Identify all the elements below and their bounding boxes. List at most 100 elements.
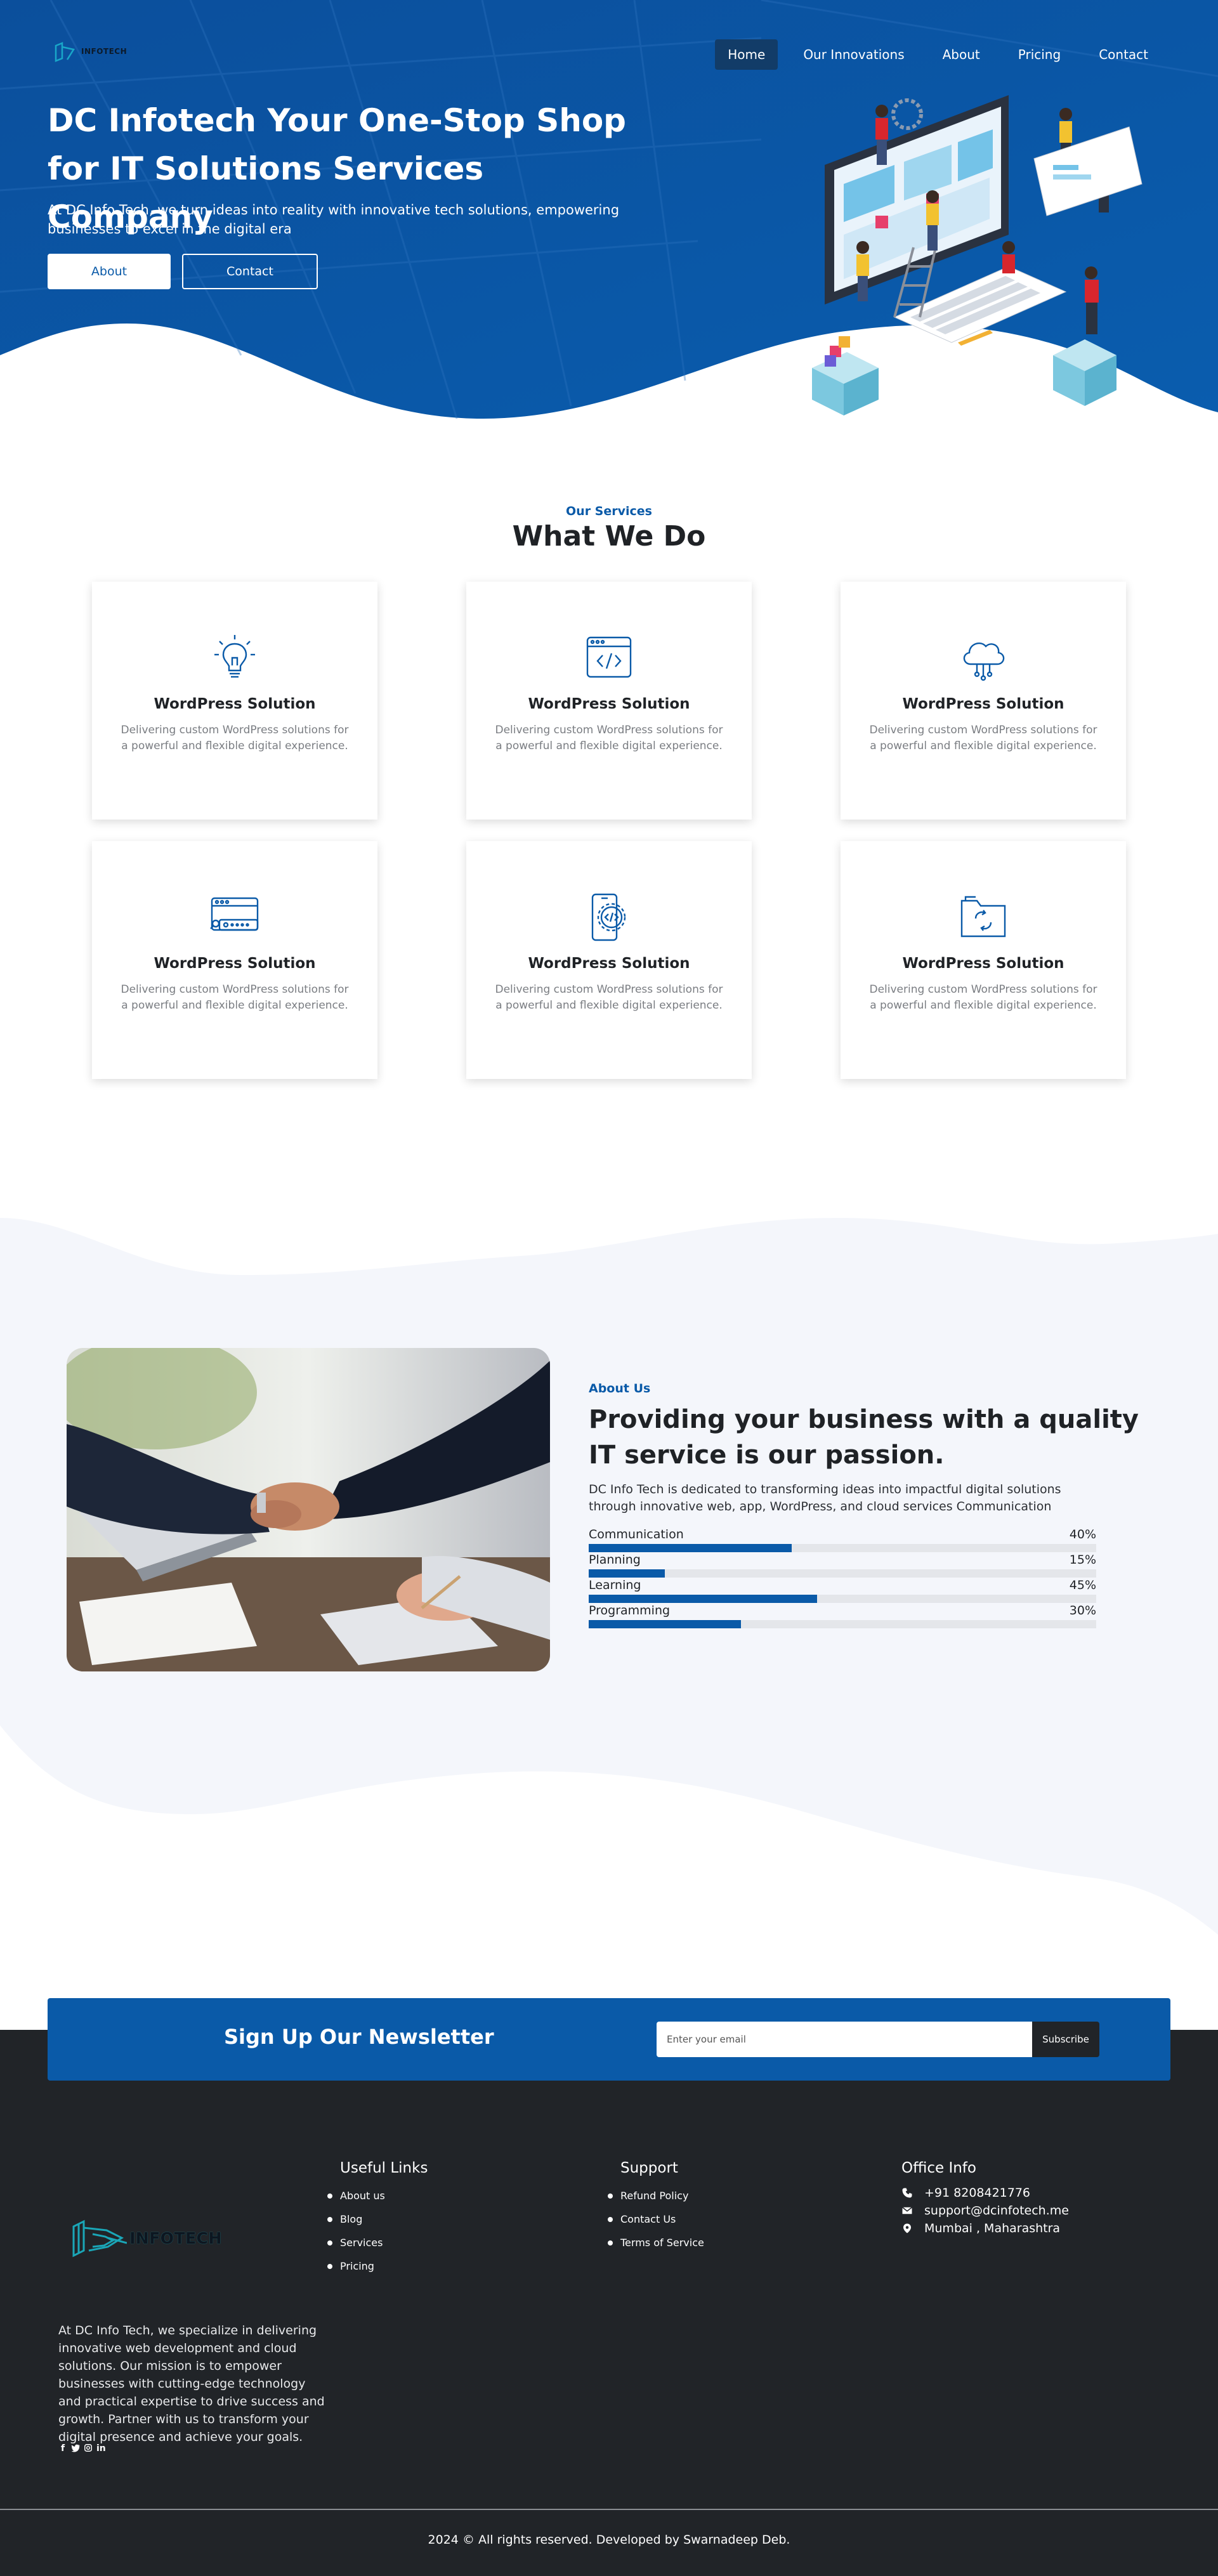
brand-name: INFOTECH	[129, 2228, 222, 2247]
skill-track	[589, 1569, 1096, 1578]
support-title: Support	[620, 2160, 678, 2176]
skill-label: Communication	[589, 1527, 684, 1541]
skill-percent: 15%	[1069, 1553, 1096, 1567]
skill-fill	[589, 1595, 817, 1603]
footer-link[interactable]: Refund Policy	[608, 2184, 704, 2207]
about-text: DC Info Tech is dedicated to transformin…	[589, 1482, 1061, 1514]
service-card-title: WordPress Solution	[528, 696, 690, 712]
service-card-desc: Delivering custom WordPress solutions fo…	[869, 983, 1097, 1012]
footer-link-terms[interactable]: Terms of Service	[620, 2237, 704, 2249]
twitter-icon[interactable]	[71, 2443, 80, 2454]
skill-bar: Planning 15%	[589, 1553, 1096, 1578]
about-eyebrow: About Us	[589, 1382, 651, 1396]
services-eyebrow: Our Services	[566, 504, 652, 518]
service-card[interactable]: WordPress Solution Delivering custom Wor…	[841, 582, 1126, 820]
footer-link[interactable]: Contact Us	[608, 2207, 704, 2231]
office-email[interactable]: support@dcinfotech.me	[901, 2202, 1069, 2220]
nav-pricing[interactable]: Pricing	[1005, 39, 1073, 70]
nav-about[interactable]: About	[930, 39, 993, 70]
skill-fill	[589, 1620, 741, 1628]
hero-about-button[interactable]: About	[48, 254, 171, 289]
skill-bar: Communication 40%	[589, 1527, 1096, 1553]
hero-contact-button[interactable]: Contact	[182, 254, 318, 289]
footer-link-blog[interactable]: Blog	[340, 2213, 362, 2225]
instagram-icon[interactable]	[84, 2443, 93, 2454]
office-info-title: Office Info	[901, 2160, 976, 2176]
about-handshake-photo	[67, 1348, 550, 1671]
footer-useful-links: Useful Links About us Blog Services Pric…	[327, 2160, 428, 2278]
brand-name: INFOTECH	[81, 47, 128, 56]
newsletter-subscribe-button[interactable]: Subscribe	[1032, 2022, 1099, 2057]
social-links: f in	[58, 2443, 106, 2454]
skill-fill	[589, 1569, 665, 1578]
lightbulb-icon	[214, 635, 255, 678]
folder-sync-icon	[960, 896, 1006, 938]
handshake-image	[67, 1348, 550, 1671]
footer-logo[interactable]: INFOTECH	[70, 2213, 222, 2263]
service-card-title: WordPress Solution	[902, 955, 1064, 972]
hero-section: INFOTECH Home Our Innovations About Pric…	[0, 0, 1218, 431]
footer-link-contact-us[interactable]: Contact Us	[620, 2213, 676, 2225]
nav-home[interactable]: Home	[715, 39, 778, 70]
service-card[interactable]: WordPress Solution Delivering custom Wor…	[466, 582, 752, 820]
office-address: Mumbai , Maharashtra	[901, 2220, 1069, 2237]
skill-label: Planning	[589, 1553, 641, 1567]
service-card-desc: Delivering custom WordPress solutions fo…	[121, 724, 349, 752]
newsletter-email-input[interactable]	[657, 2022, 1037, 2057]
nav-our-innovations[interactable]: Our Innovations	[790, 39, 917, 70]
service-card[interactable]: WordPress Solution Delivering custom Wor…	[466, 841, 752, 1079]
skill-bar: Programming 30%	[589, 1604, 1096, 1629]
skill-bar: Learning 45%	[589, 1578, 1096, 1604]
service-card-desc: Delivering custom WordPress solutions fo…	[121, 983, 349, 1012]
service-card-title: WordPress Solution	[154, 696, 316, 712]
service-card-title: WordPress Solution	[902, 696, 1064, 712]
mobile-code-gear-icon	[591, 893, 626, 941]
linkedin-icon[interactable]: in	[96, 2443, 106, 2454]
brand-logo[interactable]: INFOTECH	[53, 41, 127, 62]
about-title: Providing your business with a quality I…	[589, 1405, 1139, 1470]
nav-contact[interactable]: Contact	[1086, 39, 1161, 70]
skill-track	[589, 1620, 1096, 1628]
footer-link[interactable]: Services	[327, 2231, 428, 2254]
footer-link[interactable]: Blog	[327, 2207, 428, 2231]
footer-link-services[interactable]: Services	[340, 2237, 383, 2249]
map-pin-icon	[903, 2223, 911, 2233]
footer-support: Support Refund Policy Contact Us Terms o…	[608, 2160, 704, 2254]
facebook-icon[interactable]: f	[58, 2443, 67, 2454]
service-card-title: WordPress Solution	[528, 955, 690, 972]
skill-percent: 40%	[1069, 1527, 1096, 1541]
logo-mark-icon	[72, 2220, 127, 2258]
service-card[interactable]: WordPress Solution Delivering custom Wor…	[841, 841, 1126, 1079]
skill-fill	[589, 1544, 792, 1552]
skill-label: Programming	[589, 1604, 671, 1618]
skill-track	[589, 1544, 1096, 1552]
service-card-desc: Delivering custom WordPress solutions fo…	[495, 724, 723, 752]
footer-link[interactable]: Pricing	[327, 2254, 428, 2278]
cloud-network-icon	[963, 642, 1005, 681]
copyright-text: 2024 © All rights reserved. Developed by…	[428, 2533, 790, 2547]
logo-mark-icon	[55, 42, 75, 62]
services-title: What We Do	[512, 520, 706, 552]
footer-divider	[0, 2509, 1218, 2510]
footer-office-info: Office Info +91 8208421776 support@dcinf…	[901, 2160, 1069, 2237]
browser-login-icon	[210, 897, 259, 931]
footer-link-pricing[interactable]: Pricing	[340, 2260, 374, 2272]
service-card-desc: Delivering custom WordPress solutions fo…	[869, 724, 1097, 752]
service-card-title: WordPress Solution	[154, 955, 316, 972]
envelope-icon	[902, 2207, 912, 2214]
footer-link[interactable]: Terms of Service	[608, 2231, 704, 2254]
site-footer	[0, 2030, 1218, 2576]
phone-icon	[902, 2188, 912, 2198]
skill-label: Learning	[589, 1578, 641, 1592]
footer-link-refund-policy[interactable]: Refund Policy	[620, 2190, 688, 2202]
skill-track	[589, 1595, 1096, 1603]
hero-subtitle: At DC Info Tech, we turn ideas into real…	[48, 202, 620, 237]
service-card[interactable]: WordPress Solution Delivering custom Wor…	[92, 582, 377, 820]
main-nav: Home Our Innovations About Pricing Conta…	[715, 39, 1161, 70]
footer-link-about-us[interactable]: About us	[340, 2190, 385, 2202]
footer-about-text: At DC Info Tech, we specialize in delive…	[58, 2324, 325, 2444]
hero-buttons: About Contact	[48, 254, 318, 289]
footer-link[interactable]: About us	[327, 2184, 428, 2207]
office-phone[interactable]: +91 8208421776	[901, 2184, 1069, 2202]
service-card[interactable]: WordPress Solution Delivering custom Wor…	[92, 841, 377, 1079]
